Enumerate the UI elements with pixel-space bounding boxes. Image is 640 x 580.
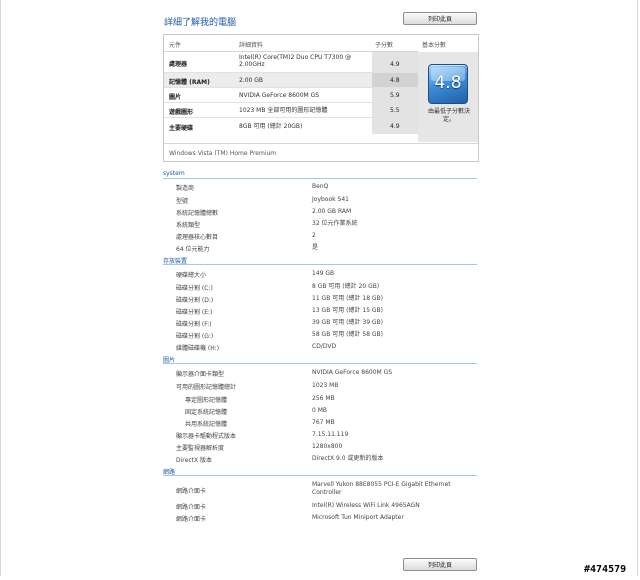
- property-label: 專定圖形記憶體: [185, 397, 228, 404]
- score-table-header: 元件 詳細資料 子分數: [164, 35, 418, 52]
- component-detail: NVIDIA GeForce 8600M GS: [239, 92, 320, 99]
- component-label: 主要硬碟: [169, 125, 194, 132]
- property-label: 系統記憶體總數: [176, 210, 219, 217]
- score-summary-table: 元件 詳細資料 子分數 基本分數 處理器 Intel(R) Core(TM)2 …: [163, 34, 479, 162]
- component-detail: 1023 MB 全部可用的圖形記憶體: [239, 107, 328, 114]
- print-page-button-bottom[interactable]: 列印此頁: [403, 558, 477, 571]
- subscore-cell: 4.8: [372, 73, 418, 87]
- property-value: Marvell Yukon 88E8055 PCI-E Gigabit Ethe…: [312, 481, 451, 496]
- subscore-cell: 5.5: [372, 103, 418, 117]
- property-value: 0 MB: [312, 407, 328, 414]
- property-label: 型號: [176, 198, 189, 205]
- property-label: 硬碟總大小: [176, 272, 207, 279]
- property-label: 網路介面卡: [176, 488, 207, 495]
- header-subscore: 子分數: [375, 42, 394, 49]
- property-label: 網路介面卡: [176, 516, 207, 523]
- property-label: DirectX 版本: [176, 457, 212, 464]
- score-row-gaming-graphics: 遊戲圖形 1023 MB 全部可用的圖形記憶體 5.5: [164, 103, 418, 118]
- subscore-cell: 5.9: [372, 88, 418, 102]
- property-label: 磁碟分割 (G:): [176, 333, 214, 340]
- windows-edition-row: Windows Vista (TM) Home Premium: [164, 143, 478, 161]
- property-label: 磁碟分割 (C:): [176, 285, 213, 292]
- property-value: 58 GB 可用 (總計 58 GB): [312, 331, 384, 338]
- section-header-storage: 存放裝置: [163, 256, 477, 265]
- property-value: 7.15.11.119: [312, 431, 349, 438]
- subscore-cell: 4.9: [372, 52, 418, 72]
- property-label: 磁碟分割 (F:): [176, 321, 212, 328]
- property-value: BenQ: [312, 183, 329, 190]
- property-value: 39 GB 可用 (總計 39 GB): [312, 319, 384, 326]
- base-score-panel: 4.8 由最低子分數決定。: [418, 52, 478, 142]
- base-score-badge: 4.8: [428, 64, 468, 104]
- component-label: 遊戲圖形: [169, 109, 194, 116]
- property-label: 共用系統記憶體: [185, 421, 228, 428]
- section-header-network: 網路: [163, 467, 477, 476]
- property-label: 顯示器卡驅動程式版本: [176, 433, 237, 440]
- property-value: 2: [312, 232, 316, 239]
- property-value: 256 MB: [312, 395, 335, 402]
- property-value: 13 GB 可用 (總計 15 GB): [312, 307, 384, 314]
- property-value: 32 位元作業系統: [312, 220, 358, 227]
- property-label: 64 位元能力: [176, 246, 210, 253]
- property-label: 顯示器介面卡類型: [176, 371, 225, 378]
- property-label: 系統類型: [176, 222, 201, 229]
- property-value: Intel(R) Wireless WiFi Link 4965AGN: [312, 502, 420, 509]
- property-label: 媒體磁碟機 (H:): [176, 345, 220, 352]
- property-value: NVIDIA GeForce 8600M GS: [312, 369, 393, 376]
- property-label: 主要監視器解析度: [176, 445, 225, 452]
- property-value: Joybook S41: [312, 196, 349, 203]
- property-value: 是: [312, 244, 319, 251]
- property-value: CD/DVD: [312, 343, 337, 350]
- property-value: 8 GB 可用 (總計 20 GB): [312, 283, 380, 290]
- property-label: 磁碟分割 (E:): [176, 309, 213, 316]
- property-label: 固定系統記憶體: [185, 409, 228, 416]
- property-label: 磁碟分割 (D:): [176, 297, 214, 304]
- property-label: 製造商: [176, 185, 195, 192]
- property-label: 處理器核心數目: [176, 234, 219, 241]
- property-value: 149 GB: [312, 270, 335, 277]
- page-title: 詳細了解我的電腦: [164, 18, 237, 28]
- component-detail: Intel(R) Core(TM)2 Duo CPU T7300 @ 2.00G…: [239, 54, 352, 68]
- section-header-system: system: [163, 170, 477, 179]
- section-header-graphics: 圖片: [163, 355, 477, 364]
- header-component: 元件: [169, 42, 182, 49]
- property-label: 網路介面卡: [176, 504, 207, 511]
- subscore-cell: 4.9: [372, 118, 418, 134]
- print-page-button-top[interactable]: 列印此頁: [403, 12, 477, 25]
- base-score-caption: 由最低子分數決定。: [427, 108, 470, 123]
- component-label: 記憶體 (RAM): [169, 79, 210, 86]
- property-value: 2.00 GB RAM: [312, 208, 352, 215]
- component-detail: 8GB 可用 (總計 20GB): [239, 123, 303, 130]
- property-value: Microsoft Tun Miniport Adapter: [312, 514, 404, 521]
- component-label: 圖片: [169, 94, 182, 101]
- header-base-score: 基本分數: [422, 42, 447, 49]
- watermark-label: #474579: [584, 564, 627, 575]
- header-details: 詳細資料: [239, 42, 264, 49]
- windows-edition: Windows Vista (TM) Home Premium: [169, 150, 277, 157]
- property-value: 767 MB: [312, 419, 335, 426]
- component-label: 處理器: [169, 61, 188, 68]
- property-value: 1023 MB: [312, 382, 339, 389]
- property-value: 1280x800: [312, 443, 343, 450]
- property-label: 可用的圖形記憶體總計: [176, 384, 237, 391]
- component-detail: 2.00 GB: [239, 77, 264, 84]
- property-value: 11 GB 可用 (總計 18 GB): [312, 295, 384, 302]
- base-score-value: 4.8: [434, 73, 462, 93]
- score-row-memory: 記憶體 (RAM) 2.00 GB 4.8: [164, 73, 418, 88]
- score-row-graphics: 圖片 NVIDIA GeForce 8600M GS 5.9: [164, 88, 418, 103]
- score-row-processor: 處理器 Intel(R) Core(TM)2 Duo CPU T7300 @ 2…: [164, 52, 418, 73]
- score-row-primary-disk: 主要硬碟 8GB 可用 (總計 20GB) 4.9: [164, 118, 418, 134]
- property-value: DirectX 9.0 或更新的版本: [312, 455, 384, 462]
